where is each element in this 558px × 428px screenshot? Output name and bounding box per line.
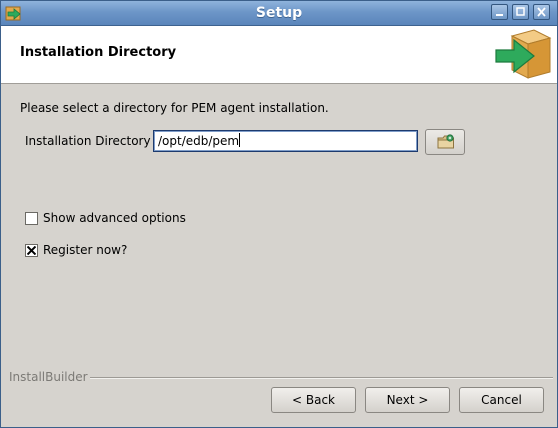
directory-value: /opt/edb/pem (158, 134, 240, 148)
installbuilder-brand: InstallBuilder (9, 370, 88, 384)
register-now-label[interactable]: Register now? (43, 243, 127, 257)
back-button[interactable]: < Back (271, 387, 356, 413)
maximize-button[interactable] (512, 4, 529, 20)
installation-directory-input[interactable]: /opt/edb/pem (153, 130, 418, 152)
package-arrow-icon (495, 29, 552, 79)
register-now-checkbox[interactable] (25, 244, 38, 257)
checkmark-x-icon (27, 246, 36, 255)
cancel-button[interactable]: Cancel (459, 387, 544, 413)
page-header: Installation Directory (1, 26, 557, 84)
footer-divider (90, 377, 553, 379)
title-bar[interactable]: Setup (1, 1, 557, 26)
installation-directory-label: Installation Directory (25, 134, 151, 148)
browse-directory-button[interactable] (425, 129, 465, 155)
close-icon (537, 7, 546, 17)
show-advanced-options-label[interactable]: Show advanced options (43, 211, 186, 225)
setup-window: Setup Installation Directory Please sele… (0, 0, 558, 428)
minimize-icon (496, 14, 503, 16)
close-button[interactable] (533, 4, 550, 20)
instruction-text: Please select a directory for PEM agent … (20, 101, 329, 115)
show-advanced-options-checkbox[interactable] (25, 212, 38, 225)
page-title: Installation Directory (20, 45, 177, 60)
window-title: Setup (255, 5, 303, 21)
maximize-icon (516, 7, 525, 16)
text-caret (239, 133, 241, 147)
next-button[interactable]: Next > (365, 387, 450, 413)
minimize-button[interactable] (491, 4, 508, 20)
folder-browse-icon (437, 134, 454, 149)
